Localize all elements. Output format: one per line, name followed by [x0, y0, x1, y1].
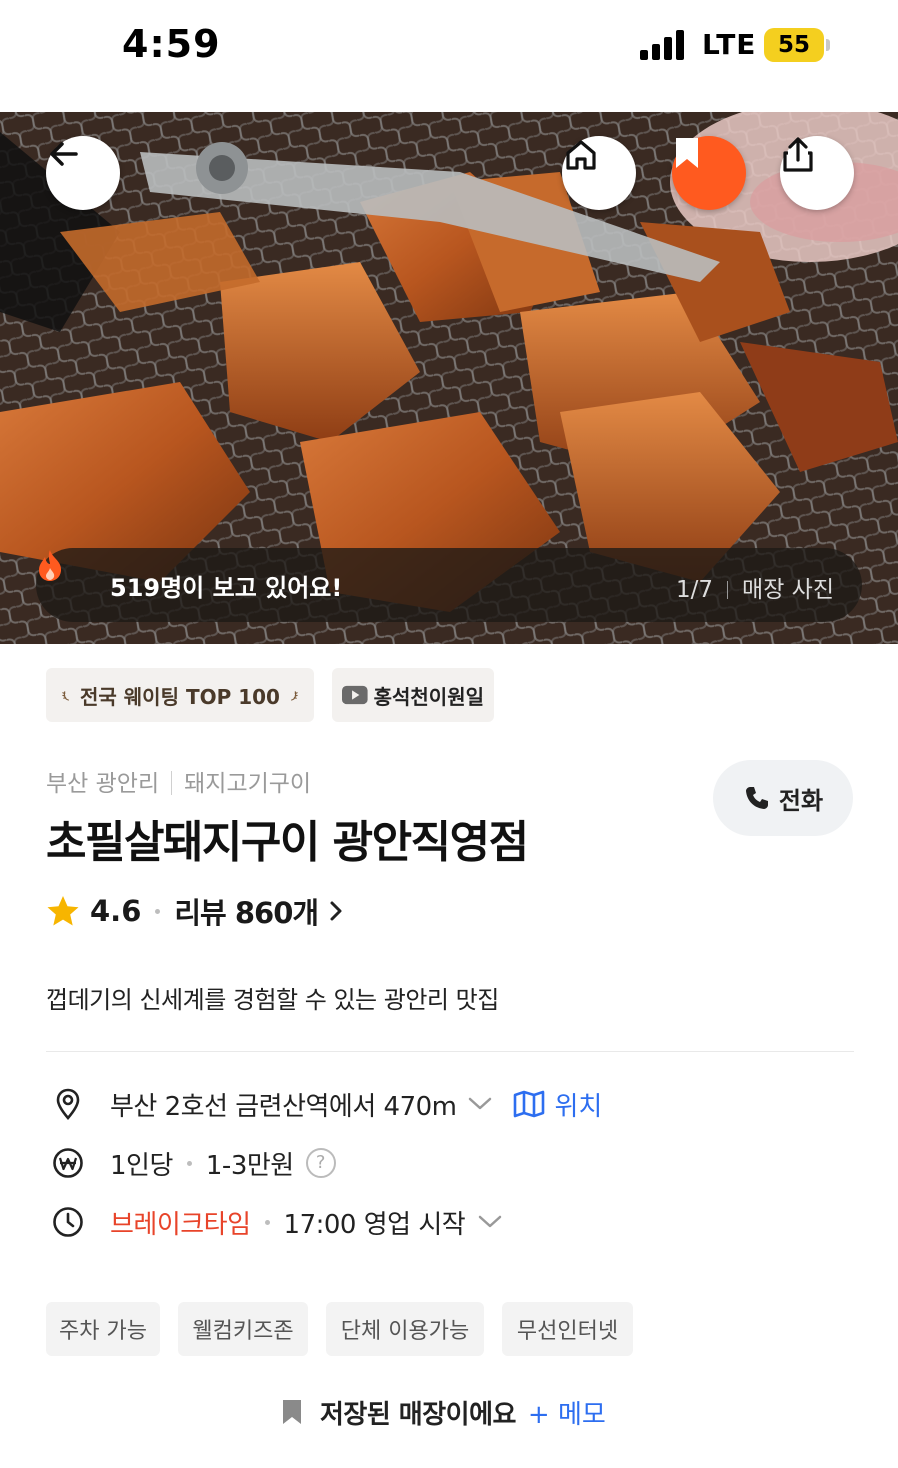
viewers-count-text: 519명이 보고 있어요!: [110, 574, 343, 602]
facility-chip: 주차 가능: [46, 1302, 160, 1356]
store-photo[interactable]: 519명이 보고 있어요! 1/7 매장 사진: [0, 112, 898, 644]
signal-icon: [640, 30, 688, 60]
review-count-link[interactable]: 리뷰 860개: [174, 890, 319, 932]
bookmark-button[interactable]: [672, 136, 746, 210]
saved-store-row: 저장된 매장이에요 + 메모: [280, 1390, 606, 1434]
hours-status: 브레이크타임: [110, 1209, 251, 1240]
youtube-icon: [342, 685, 368, 705]
laurel-left-icon: [62, 691, 69, 701]
photo-label: 매장 사진: [742, 577, 834, 603]
dot-separator: [155, 908, 161, 914]
bookmark-icon: [283, 1400, 301, 1424]
call-button[interactable]: 전화: [713, 760, 853, 836]
photo-index: 1/7: [676, 577, 714, 603]
status-bar: 4:59 LTE 55: [0, 0, 898, 112]
arrow-left-icon: [50, 142, 78, 166]
location-pin-icon: [52, 1088, 84, 1120]
facility-chip: 웰컴키즈존: [178, 1302, 308, 1356]
map-link[interactable]: 위치: [513, 1086, 603, 1123]
location-row[interactable]: 부산 2호선 금련산역에서 470m 위치: [52, 1084, 602, 1124]
status-time: 4:59: [122, 22, 221, 66]
home-icon: [566, 140, 596, 170]
map-icon: [513, 1090, 544, 1118]
bookmark-filled-icon: [676, 138, 698, 168]
rating-value: 4.6: [90, 894, 142, 928]
page-title: 초필살돼지구이 광안직영점: [46, 817, 529, 868]
add-memo-button[interactable]: + 메모: [528, 1394, 606, 1431]
badge-waiting-top100[interactable]: 전국 웨이팅 TOP 100: [46, 668, 314, 722]
location-text: 부산 2호선 금련산역에서 470m: [110, 1091, 457, 1122]
home-button[interactable]: [562, 136, 636, 210]
laurel-right-icon: [291, 691, 298, 701]
map-label: 위치: [554, 1091, 603, 1122]
region-label: 부산 광안리: [46, 771, 160, 797]
call-label: 전화: [778, 786, 824, 815]
photo-counter[interactable]: 1/7 매장 사진: [676, 570, 834, 604]
clock-icon: [52, 1206, 84, 1238]
breadcrumb: 부산 광안리 돼지고기구이: [46, 764, 311, 798]
dot-separator: [264, 1219, 270, 1225]
chevron-down-icon[interactable]: [467, 1096, 493, 1112]
hours-row[interactable]: 브레이크타임 17:00 영업 시작: [52, 1202, 503, 1242]
divider: [727, 581, 729, 599]
badge-label: 전국 웨이팅 TOP 100: [80, 684, 280, 709]
network-label: LTE: [702, 28, 757, 61]
won-coin-icon: [52, 1147, 84, 1179]
help-icon[interactable]: ?: [305, 1148, 336, 1178]
facility-chip: 무선인터넷: [502, 1302, 633, 1356]
saved-text: 저장된 매장이에요: [320, 1399, 516, 1430]
badge-label: 홍석천이원일: [373, 684, 484, 709]
star-icon: [47, 896, 79, 926]
chevron-down-icon[interactable]: [477, 1214, 503, 1230]
battery-cap: [826, 39, 830, 51]
price-unit: 1인당: [110, 1150, 173, 1181]
category-label: 돼지고기구이: [184, 771, 312, 797]
back-button[interactable]: [46, 136, 120, 210]
divider: [171, 771, 173, 795]
store-description: 껍데기의 신세계를 경험할 수 있는 광안리 맛집: [46, 986, 499, 1014]
battery-level: 55: [777, 32, 810, 58]
share-button[interactable]: [780, 136, 854, 210]
price-row: 1인당 1-3만원 ?: [52, 1143, 336, 1183]
battery-icon: 55: [764, 28, 824, 62]
section-divider: [46, 1051, 854, 1052]
rating-row[interactable]: 4.6 리뷰 860개: [46, 888, 344, 934]
dot-separator: [186, 1160, 192, 1166]
chevron-right-icon: [330, 901, 342, 921]
hours-detail: 17:00 영업 시작: [283, 1209, 466, 1240]
fire-icon: [39, 550, 62, 581]
facility-chip: 단체 이용가능: [326, 1302, 484, 1356]
phone-icon: [745, 787, 768, 809]
share-icon: [783, 137, 813, 172]
price-range: 1-3만원: [205, 1150, 294, 1181]
badge-youtube-channel[interactable]: 홍석천이원일: [332, 668, 494, 722]
viewers-banner: 519명이 보고 있어요! 1/7 매장 사진: [36, 548, 862, 622]
